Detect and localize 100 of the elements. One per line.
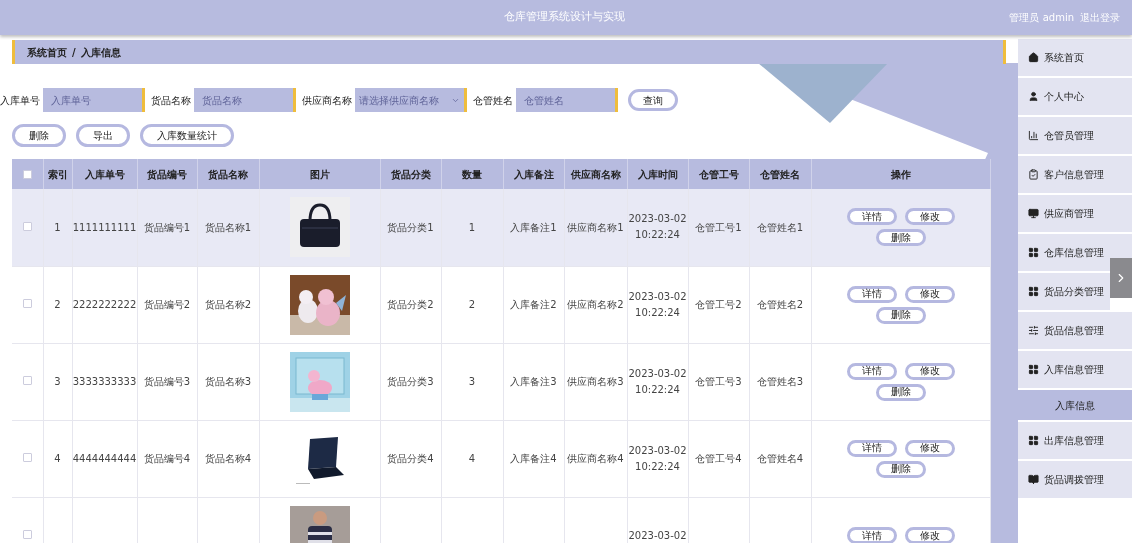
action-button[interactable]: 删除 xyxy=(875,306,926,324)
checkbox[interactable] xyxy=(22,221,32,231)
breadcrumb-item[interactable]: 系统首页 xyxy=(27,44,67,60)
action-button[interactable]: 修改 xyxy=(904,208,955,226)
table-row[interactable]: 2023-03-02 详情 修改 xyxy=(12,497,990,543)
cell-text: 仓管姓名3 xyxy=(756,376,804,387)
cell-text: 入库备注3 xyxy=(510,376,557,387)
date-text: 2023-03-02 xyxy=(628,289,687,304)
action-button[interactable]: 删除 xyxy=(875,460,926,478)
field-label: 货品名称 xyxy=(151,93,191,108)
action-button[interactable]: 删除 xyxy=(875,229,926,247)
cell-text: 1 xyxy=(54,221,61,233)
sidebar-item[interactable]: 个人中心 xyxy=(1018,78,1132,115)
grid-icon xyxy=(1028,435,1039,446)
cell-text: 仓管姓名1 xyxy=(756,221,804,233)
input-field[interactable]: 货品名称 xyxy=(194,88,296,112)
action-button[interactable]: 修改 xyxy=(904,439,955,457)
input-field[interactable]: 入库单号 xyxy=(43,88,145,112)
checkbox[interactable] xyxy=(22,376,32,385)
time-text: 10:22:24 xyxy=(635,459,680,474)
action-button[interactable]: 详情 xyxy=(846,208,897,226)
action-button[interactable]: 详情 xyxy=(846,285,897,303)
cell-text: 货品名称2 xyxy=(204,299,252,310)
toolbar-button[interactable]: 删除 xyxy=(12,124,66,147)
cell-text: 供应商名称3 xyxy=(567,376,624,387)
cell-text: 4444444444 xyxy=(72,453,137,464)
cell-text: 仓管姓名2 xyxy=(756,299,804,310)
checkbox[interactable] xyxy=(22,453,32,462)
cell-text: 入库备注1 xyxy=(510,221,557,233)
cell-text: 1111111111 xyxy=(72,221,137,233)
breadcrumb-separator: / xyxy=(72,45,76,60)
checkbox[interactable] xyxy=(22,530,32,539)
toolbar-button[interactable]: 导出 xyxy=(76,124,130,147)
cell-text: 4 xyxy=(54,453,61,464)
user-icon xyxy=(1028,91,1039,102)
book-icon xyxy=(1028,474,1039,485)
cell-text: 3 xyxy=(54,376,61,387)
sidebar-item[interactable]: 货品调拨管理 xyxy=(1018,461,1132,498)
checkbox[interactable] xyxy=(22,299,32,308)
cell-text: 1 xyxy=(468,221,476,233)
time-text: 10:22:24 xyxy=(635,228,680,243)
checkbox[interactable] xyxy=(22,170,32,179)
sidebar-item[interactable]: 仓库信息管理 xyxy=(1018,234,1132,271)
expand-button[interactable] xyxy=(1110,258,1132,298)
cell-text: 货品名称3 xyxy=(204,376,252,387)
cell-text: 货品编号2 xyxy=(143,299,191,310)
cell-text: 货品编号1 xyxy=(143,221,191,233)
cell-text: 货品分类2 xyxy=(387,299,434,310)
clipboard-check-icon xyxy=(1028,169,1039,180)
date-text: 2023-03-02 xyxy=(628,528,687,543)
field-label: 仓管姓名 xyxy=(473,93,513,108)
date-text: 2023-03-02 xyxy=(628,366,687,381)
sidebar-item[interactable]: 入库信息 xyxy=(1018,390,1132,420)
monitor-icon xyxy=(1028,208,1039,219)
cell-text: 2 xyxy=(468,299,476,310)
cell-text: 4 xyxy=(468,453,476,464)
time-text: 10:22:24 xyxy=(635,382,680,397)
sidebar-item[interactable]: 出库信息管理 xyxy=(1018,422,1132,459)
toolbar-button[interactable]: 入库数量统计 xyxy=(140,124,234,147)
grid-icon xyxy=(1028,364,1039,375)
user-label: 管理员 admin xyxy=(1009,11,1074,25)
cell-text: 货品分类3 xyxy=(387,376,434,387)
action-button[interactable]: 详情 xyxy=(846,362,897,380)
cell-text: 3 xyxy=(468,376,476,387)
action-button[interactable]: 修改 xyxy=(904,527,955,543)
cell-text: 货品编号4 xyxy=(143,453,191,464)
cell-text: 3333333333 xyxy=(72,376,137,387)
action-button[interactable]: 删除 xyxy=(875,383,926,401)
app-title: 仓库管理系统设计与实现 xyxy=(504,9,626,26)
cell-text: 仓管工号4 xyxy=(695,453,742,464)
grid-icon xyxy=(1028,247,1039,258)
sidebar-item[interactable]: 货品信息管理 xyxy=(1018,312,1132,349)
input-field[interactable]: 仓管姓名 xyxy=(516,88,618,112)
cell-text: 2 xyxy=(54,299,61,310)
cell-text: 入库备注2 xyxy=(510,299,557,310)
sidebar-item[interactable]: 系统首页 xyxy=(1018,39,1132,76)
action-button[interactable]: 修改 xyxy=(904,285,955,303)
cell-text: 仓管工号3 xyxy=(695,376,742,387)
action-button[interactable]: 详情 xyxy=(846,439,897,457)
sidebar-item[interactable]: 仓管员管理 xyxy=(1018,117,1132,154)
field-label: 供应商名称 xyxy=(302,93,352,108)
action-button[interactable]: 修改 xyxy=(904,362,955,380)
cell-text: 仓管工号1 xyxy=(695,221,742,233)
grid-icon xyxy=(1028,286,1039,297)
action-button[interactable]: 详情 xyxy=(846,527,897,543)
sidebar-item[interactable]: 入库信息管理 xyxy=(1018,351,1132,388)
search-button[interactable]: 查询 xyxy=(628,89,678,111)
sidebar-item[interactable]: 货品分类管理 xyxy=(1018,273,1110,310)
cell-text: 入库备注4 xyxy=(510,453,557,464)
sidebar-item[interactable]: 客户信息管理 xyxy=(1018,156,1132,193)
bar-chart-icon xyxy=(1028,130,1039,141)
sliders-icon xyxy=(1028,325,1039,336)
breadcrumb-item: 入库信息 xyxy=(80,45,121,60)
cell-text: 货品名称1 xyxy=(204,221,252,233)
cell-text: 供应商名称4 xyxy=(567,453,624,464)
date-text: 2023-03-02 xyxy=(628,443,687,458)
cell-text: 货品编号3 xyxy=(143,376,191,387)
time-text: 10:22:24 xyxy=(635,305,680,320)
field-label: 入库单号 xyxy=(0,93,40,108)
sidebar-item[interactable]: 供应商管理 xyxy=(1018,195,1132,232)
